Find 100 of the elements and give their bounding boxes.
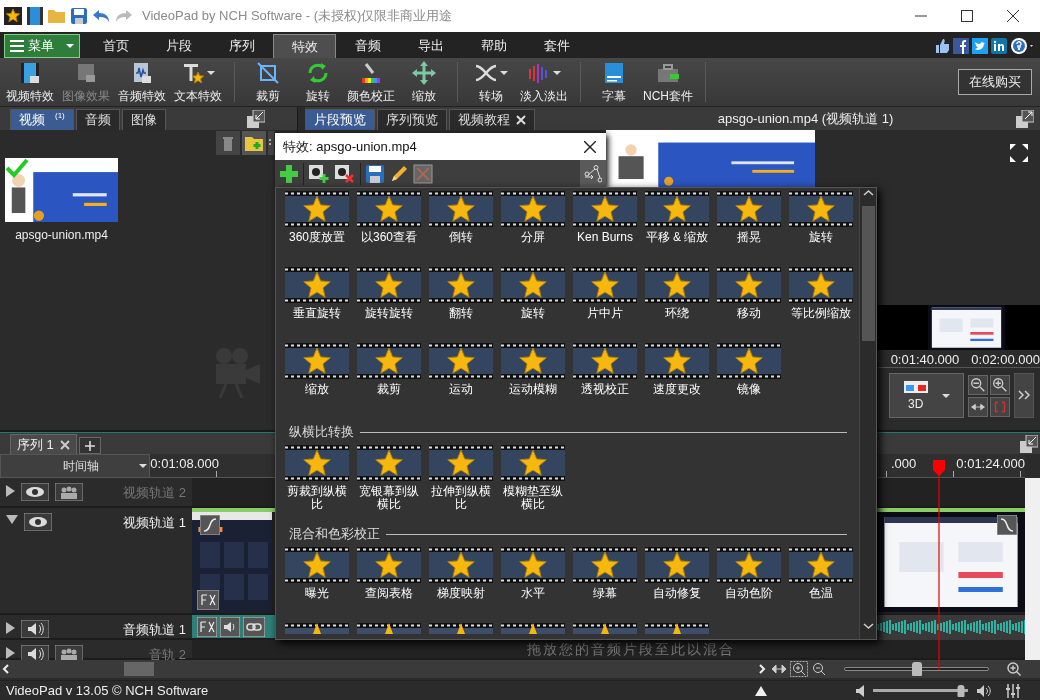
effect-thumbnail[interactable]	[357, 267, 421, 303]
effect-thumbnail[interactable]	[789, 547, 853, 583]
effect-thumbnail[interactable]	[429, 267, 493, 303]
effect-thumbnail[interactable]	[717, 267, 781, 303]
scroll-up-icon[interactable]	[861, 188, 875, 198]
add-icon[interactable]	[279, 163, 299, 184]
scroll-down-icon[interactable]	[861, 621, 875, 631]
ribbon-button[interactable]: 缩放	[399, 59, 449, 105]
thumbs-up-icon[interactable]	[934, 38, 950, 54]
effect-thumbnail[interactable]	[789, 267, 853, 303]
effect-thumbnail[interactable]	[573, 343, 637, 379]
ribbon-button[interactable]: 音频特效	[114, 59, 170, 105]
menu-tab[interactable]: 片段	[147, 34, 210, 58]
effect-thumbnail[interactable]	[429, 343, 493, 379]
eye-icon[interactable]	[21, 483, 49, 501]
effect-thumbnail[interactable]	[717, 547, 781, 583]
film-icon[interactable]	[27, 7, 43, 25]
scroll-thumb[interactable]	[124, 662, 154, 676]
effect-thumbnail[interactable]	[717, 191, 781, 227]
maximize-icon[interactable]	[961, 10, 973, 22]
mixer-icon[interactable]	[1006, 683, 1020, 698]
effect-thumbnail[interactable]	[645, 343, 709, 379]
fit-width-icon[interactable]	[968, 396, 988, 417]
effect-thumbnail[interactable]	[429, 445, 493, 481]
speaker-icon[interactable]	[220, 616, 240, 637]
effect-thumbnail[interactable]	[357, 623, 421, 634]
effect-thumbnail[interactable]	[429, 191, 493, 227]
fx-icon[interactable]	[197, 616, 217, 637]
zoom-out-icon[interactable]	[810, 661, 828, 677]
slider-thumb[interactable]	[957, 684, 965, 697]
bird-icon[interactable]	[972, 38, 988, 54]
save-icon[interactable]	[365, 163, 385, 184]
effect-thumbnail[interactable]	[645, 267, 709, 303]
speaker-icon[interactable]	[855, 684, 865, 697]
ribbon-button[interactable]: 旋转	[293, 59, 343, 105]
scroll-right-icon[interactable]	[756, 662, 768, 676]
sequence-tab[interactable]: 序列 1	[10, 434, 77, 454]
panel-tab[interactable]: 音频	[75, 109, 120, 130]
effect-thumbnail[interactable]	[645, 547, 709, 583]
zoom-in-icon[interactable]	[1005, 661, 1023, 677]
effect-thumbnail[interactable]	[501, 547, 565, 583]
effect-thumbnail[interactable]	[357, 343, 421, 379]
menu-tab[interactable]: 套件	[525, 34, 588, 58]
3d-button[interactable]: 3D	[889, 373, 964, 418]
speaker-icon[interactable]	[21, 620, 49, 638]
ribbon-button[interactable]: NCH套件	[639, 59, 697, 105]
effect-thumbnail[interactable]	[357, 191, 421, 227]
effect-thumbnail[interactable]	[285, 445, 349, 481]
menu-tab[interactable]: 帮助	[462, 34, 525, 58]
effect-thumbnail[interactable]	[285, 547, 349, 583]
menu-tab[interactable]: 首页	[84, 34, 147, 58]
fade-curve-icon[interactable]	[997, 515, 1017, 535]
zoom-slider[interactable]	[844, 662, 989, 676]
menu-tab[interactable]: 序列	[210, 34, 273, 58]
up-arrow-icon[interactable]	[754, 684, 768, 697]
ribbon-button[interactable]: 视频特效	[2, 59, 58, 105]
save-icon[interactable]	[71, 8, 87, 24]
buy-button[interactable]: 在线购买	[958, 69, 1032, 95]
menu-tab[interactable]: 音频	[336, 34, 399, 58]
help-icon[interactable]	[1010, 37, 1036, 55]
close-icon[interactable]	[1007, 10, 1019, 22]
effect-thumbnail[interactable]	[501, 623, 565, 634]
effect-thumbnail[interactable]	[285, 267, 349, 303]
effect-thumbnail[interactable]	[285, 191, 349, 227]
effect-thumbnail[interactable]	[501, 267, 565, 303]
speaker-loud-icon[interactable]	[976, 684, 992, 697]
restore-panel-icon[interactable]	[1020, 435, 1038, 453]
eye-icon[interactable]	[24, 513, 52, 531]
ribbon-button[interactable]: 转场	[466, 59, 516, 105]
menu-button[interactable]: 菜单	[4, 34, 80, 58]
fade-curve-icon[interactable]	[200, 515, 220, 535]
effect-thumbnail[interactable]	[789, 191, 853, 227]
effect-thumbnail[interactable]	[645, 623, 709, 634]
remove-keyframe-icon[interactable]	[334, 163, 356, 184]
effect-thumbnail[interactable]	[429, 623, 493, 634]
zoom-in-icon[interactable]	[790, 661, 808, 677]
menu-tab[interactable]: 导出	[399, 34, 462, 58]
nodes-icon[interactable]	[584, 164, 602, 183]
scroll-thumb[interactable]	[861, 206, 875, 341]
restore-panel-icon[interactable]	[1016, 110, 1034, 128]
effect-thumbnail[interactable]	[501, 445, 565, 481]
effect-thumbnail[interactable]	[501, 191, 565, 227]
effect-thumbnail[interactable]	[285, 343, 349, 379]
undo-icon[interactable]	[92, 9, 110, 23]
social-icon[interactable]	[991, 38, 1007, 54]
vertical-scrollbar[interactable]	[1025, 478, 1040, 660]
effect-thumbnail[interactable]	[573, 267, 637, 303]
social-icon[interactable]	[953, 38, 969, 54]
add-keyframe-icon[interactable]	[308, 163, 330, 184]
ribbon-button[interactable]: 淡入淡出	[516, 59, 572, 105]
effect-thumbnail[interactable]	[357, 445, 421, 481]
zoom-in-icon[interactable]	[990, 374, 1010, 395]
people-icon[interactable]	[55, 483, 83, 501]
ribbon-button[interactable]: 字幕	[589, 59, 639, 105]
effect-thumbnail[interactable]	[285, 623, 349, 634]
close-icon[interactable]	[584, 140, 596, 153]
effect-thumbnail[interactable]	[717, 343, 781, 379]
playhead[interactable]	[932, 460, 946, 670]
effect-thumbnail[interactable]	[573, 623, 637, 634]
folder-add-icon[interactable]	[242, 130, 266, 155]
